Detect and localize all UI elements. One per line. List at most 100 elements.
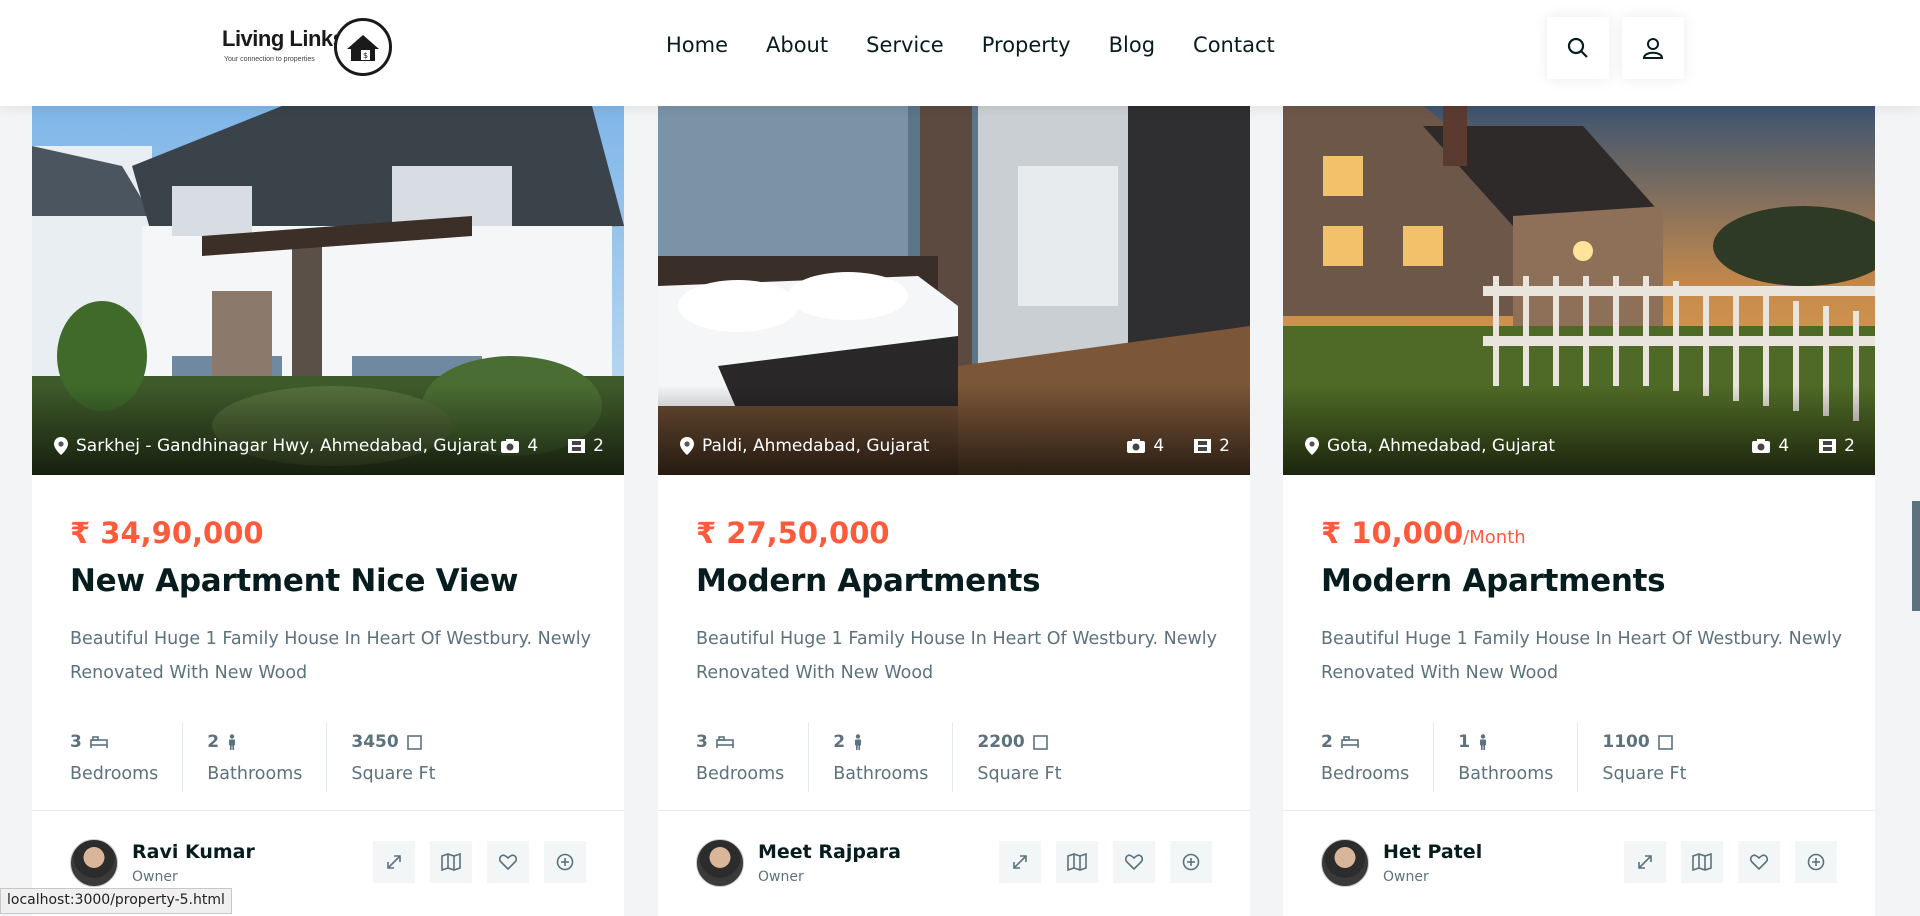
scrollbar-thumb[interactable] — [1912, 501, 1920, 611]
map-icon — [1067, 853, 1087, 871]
map-icon — [1692, 853, 1712, 871]
property-image-house-sunset[interactable]: Gota, Ahmedabad, Gujarat 4 2 — [1283, 106, 1875, 475]
stat-bathrooms: 1 Bathrooms — [1458, 722, 1579, 792]
stat-bedrooms: 3 Bedrooms — [70, 722, 184, 792]
price-value: ₹ 10,000 — [1321, 516, 1464, 550]
bedrooms-label: Bedrooms — [70, 764, 159, 784]
map-pin-icon — [54, 437, 68, 455]
compare-button[interactable] — [544, 841, 586, 883]
card-divider — [32, 810, 624, 811]
wishlist-button[interactable] — [1113, 841, 1155, 883]
nav-home[interactable]: Home — [666, 33, 728, 57]
agent-avatar[interactable] — [70, 839, 118, 887]
search-button[interactable] — [1547, 17, 1609, 79]
card-divider — [1283, 810, 1875, 811]
property-image-white-house[interactable]: Sarkhej - Gandhinagar Hwy, Ahmedabad, Gu… — [32, 106, 624, 475]
video-count: 2 — [1219, 436, 1230, 456]
wishlist-button[interactable] — [487, 841, 529, 883]
map-button[interactable] — [1681, 841, 1723, 883]
map-button[interactable] — [430, 841, 472, 883]
nav-about[interactable]: About — [766, 33, 828, 57]
property-title[interactable]: Modern Apartments — [696, 563, 1041, 599]
logo-text: Living Links — [222, 26, 345, 51]
person-icon — [1480, 734, 1487, 750]
property-stats: 2 Bedrooms 1 Bathrooms 1100 Square Ft — [1321, 722, 1734, 792]
area-label: Square Ft — [977, 764, 1062, 784]
square-icon — [1032, 734, 1048, 750]
card-actions — [999, 841, 1212, 883]
map-button[interactable] — [1056, 841, 1098, 883]
price-value: ₹ 34,90,000 — [70, 516, 264, 550]
quick-view-button[interactable] — [1624, 841, 1666, 883]
property-description: Beautiful Huge 1 Family House In Heart O… — [696, 629, 1218, 683]
agent-name[interactable]: Meet Rajpara — [758, 841, 901, 863]
area-label: Square Ft — [1602, 764, 1687, 784]
agent-name[interactable]: Het Patel — [1383, 841, 1482, 863]
expand-icon — [1013, 855, 1027, 869]
property-location: Paldi, Ahmedabad, Gujarat — [680, 436, 930, 456]
agent-info[interactable]: Meet Rajpara Owner — [696, 839, 901, 887]
square-icon — [406, 734, 422, 750]
logo-tagline: Your connection to properties — [224, 56, 315, 63]
media-counts: 4 2 — [1752, 436, 1855, 456]
area-label: Square Ft — [351, 764, 436, 784]
agent-avatar[interactable] — [696, 839, 744, 887]
property-card[interactable]: Gota, Ahmedabad, Gujarat 4 2 ₹ 10,000/Mo… — [1283, 106, 1875, 916]
photo-count: 4 — [527, 436, 539, 456]
compare-button[interactable] — [1170, 841, 1212, 883]
account-button[interactable] — [1622, 17, 1684, 79]
stat-bathrooms: 2 Bathrooms — [833, 722, 954, 792]
nav-blog[interactable]: Blog — [1109, 33, 1155, 57]
agent-avatar[interactable] — [1321, 839, 1369, 887]
price-value: ₹ 27,50,000 — [696, 516, 890, 550]
bed-icon — [90, 736, 108, 748]
property-location: Gota, Ahmedabad, Gujarat — [1305, 436, 1555, 456]
add-circle-icon — [1807, 853, 1825, 871]
property-title[interactable]: New Apartment Nice View — [70, 563, 519, 599]
property-price: ₹ 34,90,000 — [70, 516, 264, 550]
bedrooms-count: 3 — [696, 732, 708, 752]
quick-view-button[interactable] — [373, 841, 415, 883]
heart-icon — [1125, 854, 1143, 870]
nav-contact[interactable]: Contact — [1193, 33, 1275, 57]
film-icon — [1194, 439, 1212, 453]
property-stats: 3 Bedrooms 2 Bathrooms 3450 Square Ft — [70, 722, 483, 792]
site-logo[interactable]: Living Links Your connection to properti… — [222, 18, 392, 76]
bathrooms-label: Bathrooms — [207, 764, 303, 784]
bedrooms-label: Bedrooms — [1321, 764, 1410, 784]
agent-role: Owner — [1383, 869, 1429, 885]
nav-property[interactable]: Property — [982, 33, 1071, 57]
area-value: 1100 — [1602, 732, 1650, 752]
bed-icon — [716, 736, 734, 748]
property-image-hotel-bedroom[interactable]: Paldi, Ahmedabad, Gujarat 4 2 — [658, 106, 1250, 475]
wishlist-button[interactable] — [1738, 841, 1780, 883]
property-price: ₹ 10,000/Month — [1321, 516, 1526, 550]
site-header: Living Links Your connection to properti… — [0, 0, 1920, 106]
bathrooms-count: 2 — [833, 732, 846, 752]
property-location: Sarkhej - Gandhinagar Hwy, Ahmedabad, Gu… — [54, 436, 497, 456]
agent-info[interactable]: Het Patel Owner — [1321, 839, 1482, 887]
property-card[interactable]: Paldi, Ahmedabad, Gujarat 4 2 ₹ 27,50,00… — [658, 106, 1250, 916]
price-suffix: /Month — [1463, 527, 1526, 548]
area-value: 2200 — [977, 732, 1025, 752]
stat-bedrooms: 3 Bedrooms — [696, 722, 810, 792]
property-card[interactable]: Sarkhej - Gandhinagar Hwy, Ahmedabad, Gu… — [32, 106, 624, 916]
stat-area: 1100 Square Ft — [1602, 722, 1710, 792]
camera-icon — [1127, 439, 1146, 453]
nav-service[interactable]: Service — [866, 33, 944, 57]
logo-house-icon: $ — [334, 18, 392, 76]
media-counts: 4 2 — [501, 436, 604, 456]
property-description: Beautiful Huge 1 Family House In Heart O… — [70, 629, 592, 683]
agent-info[interactable]: Ravi Kumar Owner — [70, 839, 255, 887]
page-scrollbar[interactable] — [1910, 106, 1920, 916]
square-icon — [1657, 734, 1673, 750]
property-title[interactable]: Modern Apartments — [1321, 563, 1666, 599]
compare-button[interactable] — [1795, 841, 1837, 883]
agent-name[interactable]: Ravi Kumar — [132, 841, 255, 863]
main-nav: Home About Service Property Blog Contact — [666, 33, 1313, 57]
heart-icon — [1750, 854, 1768, 870]
map-pin-icon — [680, 437, 694, 455]
property-description: Beautiful Huge 1 Family House In Heart O… — [1321, 629, 1843, 683]
quick-view-button[interactable] — [999, 841, 1041, 883]
area-value: 3450 — [351, 732, 399, 752]
